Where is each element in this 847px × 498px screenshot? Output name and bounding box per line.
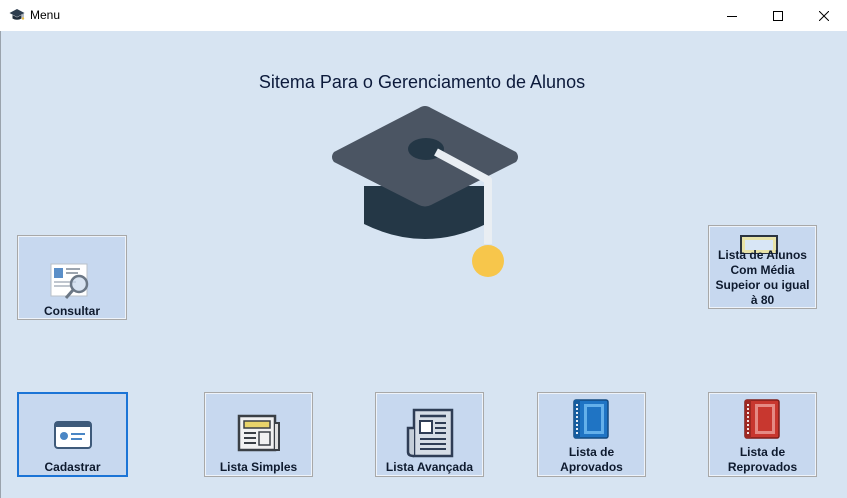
close-icon [819, 10, 829, 21]
page-title: Sitema Para o Gerenciamento de Alunos [258, 72, 586, 92]
lista-reprovados-label: Lista de Reprovados [727, 445, 798, 474]
lista-avancada-label: Lista Avançada [385, 460, 474, 474]
minimize-icon [727, 15, 737, 17]
graduation-cap-icon [332, 106, 518, 277]
red-book-icon [744, 399, 780, 439]
window-border [0, 31, 1, 498]
blue-book-icon [573, 399, 609, 439]
cadastrar-button[interactable]: Cadastrar [17, 392, 128, 477]
graduation-cap-icon [9, 9, 25, 20]
maximize-button[interactable] [755, 0, 801, 31]
minimize-button[interactable] [709, 0, 755, 31]
newspaper-icon [237, 414, 280, 452]
lista-aprovados-button[interactable]: Lista de Aprovados [537, 392, 646, 477]
cadastrar-label: Cadastrar [44, 460, 101, 474]
window-title: Menu [30, 8, 61, 22]
close-button[interactable] [801, 0, 847, 31]
lista-media-button[interactable]: Lista de Alunos Com Média Supeior ou igu… [708, 225, 817, 309]
newspaper-document-icon [406, 408, 454, 458]
lista-avancada-button[interactable]: Lista Avançada [375, 392, 484, 477]
lista-simples-button[interactable]: Lista Simples [204, 392, 313, 477]
lista-simples-label: Lista Simples [219, 460, 298, 474]
lista-media-label: Lista de Alunos Com Média Supeior ou igu… [715, 248, 810, 307]
id-card-icon [54, 421, 92, 449]
lista-reprovados-button[interactable]: Lista de Reprovados [708, 392, 817, 477]
consultar-button[interactable]: Consultar [17, 235, 127, 320]
maximize-icon [773, 10, 783, 21]
lista-aprovados-label: Lista de Aprovados [560, 445, 623, 474]
consultar-label: Consultar [43, 304, 100, 318]
title-bar: Menu [0, 0, 847, 31]
id-card-search-icon [50, 263, 89, 299]
